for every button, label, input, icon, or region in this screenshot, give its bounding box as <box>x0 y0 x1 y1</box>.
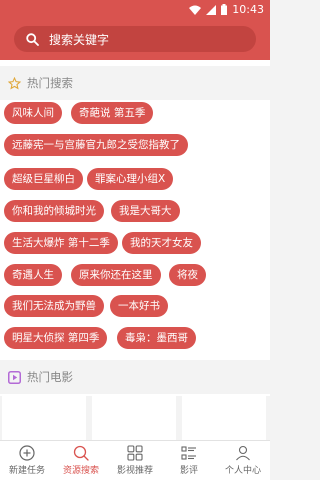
search-tag[interactable]: 奇葩说 第五季 <box>71 102 154 124</box>
play-icon <box>8 370 21 384</box>
movie-card[interactable] <box>182 396 266 440</box>
status-time: 10:43 <box>232 3 264 16</box>
search-tag[interactable]: 毒枭：墨西哥 <box>117 327 196 349</box>
bottom-tab-bar: 新建任务 资源搜索 影视推荐 影评 个人中心 <box>0 440 270 480</box>
grid-icon <box>127 445 143 461</box>
search-placeholder: 搜索关键字 <box>49 32 110 47</box>
search-icon <box>73 445 89 461</box>
status-bar: 10:43 <box>0 0 270 18</box>
tab-new-task[interactable]: 新建任务 <box>0 441 54 480</box>
search-input[interactable]: 搜索关键字 <box>14 26 256 52</box>
search-tag[interactable]: 奇遇人生 <box>4 264 62 286</box>
hot-search-header: 热门搜索 <box>0 66 270 100</box>
search-tag[interactable]: 我的天才女友 <box>122 232 201 254</box>
signal-icon <box>206 4 217 15</box>
hot-search-title: 热门搜索 <box>27 76 73 90</box>
search-tag[interactable]: 风味人间 <box>4 102 62 124</box>
search-tag[interactable]: 罪案心理小组X <box>87 168 174 190</box>
search-tag[interactable]: 你和我的倾城时光 <box>4 200 104 222</box>
header: 搜索关键字 <box>0 18 270 60</box>
search-tag[interactable]: 我是大哥大 <box>111 200 180 222</box>
hot-movies-header: 热门电影 <box>0 360 270 394</box>
search-tag[interactable]: 我们无法成为野兽 <box>4 295 104 317</box>
search-tag[interactable]: 明星大侦探 第四季 <box>4 327 108 349</box>
battery-icon <box>221 4 228 15</box>
search-tag[interactable]: 一本好书 <box>110 295 168 317</box>
movie-card[interactable] <box>92 396 176 440</box>
tab-label: 资源搜索 <box>62 466 99 476</box>
person-icon <box>236 445 250 461</box>
search-tag[interactable]: 远藤宪一与宫藤官九郎之受您指教了 <box>4 134 188 156</box>
plus-circle-icon <box>19 445 35 461</box>
tab-reviews[interactable]: 影评 <box>162 441 216 480</box>
tab-resource-search[interactable]: 资源搜索 <box>54 441 108 480</box>
search-tag[interactable]: 超级巨星柳白 <box>4 168 83 190</box>
tab-label: 影视推荐 <box>116 466 153 476</box>
tab-label: 新建任务 <box>8 466 45 476</box>
search-tag[interactable]: 原来你还在这里 <box>71 264 161 286</box>
status-icons: 10:43 <box>189 3 264 16</box>
search-tag[interactable]: 生活大爆炸 第十二季 <box>4 232 118 254</box>
tab-profile[interactable]: 个人中心 <box>216 441 270 480</box>
hot-movies-list <box>0 396 270 440</box>
hot-movies-title: 热门电影 <box>27 370 73 384</box>
wifi-icon <box>189 5 202 15</box>
tab-recommend[interactable]: 影视推荐 <box>108 441 162 480</box>
list-icon <box>181 446 196 460</box>
main-content: 热门搜索 风味人间 奇葩说 第五季 远藤宪一与宫藤官九郎之受您指教了 超级巨星柳… <box>0 60 270 440</box>
search-icon <box>26 32 39 46</box>
tab-label: 个人中心 <box>224 466 261 476</box>
tab-label: 影评 <box>179 466 198 476</box>
star-icon <box>8 76 21 89</box>
movie-card[interactable] <box>2 396 86 440</box>
search-tag[interactable]: 将夜 <box>169 264 206 286</box>
